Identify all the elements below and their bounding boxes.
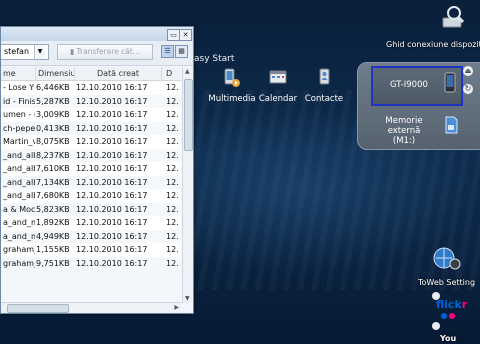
file-explorer-window[interactable]: ▭ ✕ stefan ▼ ▮ Transferare căt... ☰ ▦ me…: [0, 26, 194, 314]
external-memory-label: Memorie externă: [385, 116, 423, 136]
table-row[interactable]: a & Moc 5,823KB 12.10.2010 16:17 12.: [1, 202, 181, 216]
close-button[interactable]: ✕: [179, 29, 192, 41]
multimedia-button[interactable]: Multimedia: [208, 68, 256, 104]
contacts-icon: [315, 68, 333, 88]
transfer-icon: ▮: [69, 47, 75, 56]
flickr-dots-icon: [440, 312, 456, 322]
table-row[interactable]: Martin_vs8,075KB12.10.2010 16:1712.: [1, 135, 181, 149]
grid-view-icon[interactable]: ▦: [175, 45, 188, 58]
scroll-right-icon[interactable]: ▶: [174, 304, 179, 311]
table-row[interactable]: a_and_m1,892KB12.10.2010 16:1712.: [1, 216, 181, 230]
table-row[interactable]: graham_ 1,155KB 12.10.2010 16:17 12.: [1, 243, 181, 257]
phone-icon: [444, 72, 458, 96]
table-row[interactable]: _and_alb 7,680KB 12.10.2010 16:17 12.: [1, 189, 181, 203]
file-list: - Lose Y 6,446KB 12.10.2010 16:17 12. id - …: [1, 81, 181, 270]
scroll-up-icon[interactable]: ▲: [185, 68, 190, 75]
device-name: GT-I9000: [390, 80, 428, 90]
vertical-scroll-thumb[interactable]: [184, 79, 193, 151]
scroll-down-icon[interactable]: ▼: [185, 295, 190, 302]
device-combo[interactable]: stefan ▼: [1, 44, 49, 60]
file-list-header: me Dimensiun Dată creat D: [1, 67, 181, 81]
column-date[interactable]: D: [163, 67, 184, 80]
horizontal-scroll-thumb[interactable]: [7, 304, 69, 313]
multimedia-label: Multimedia: [208, 94, 256, 104]
table-row[interactable]: a_and_m4,949KB12.10.2010 16:1712.: [1, 229, 181, 243]
vertical-scrollbar[interactable]: ▲ ▼: [182, 67, 193, 303]
table-row[interactable]: _and_alb 7,610KB 12.10.2010 16:17 12.: [1, 162, 181, 176]
chevron-down-icon[interactable]: ▼: [34, 45, 45, 59]
table-row[interactable]: _and_alb 8,237KB 12.10.2010 16:17 12.: [1, 148, 181, 162]
window-titlebar[interactable]: ▭ ✕: [1, 27, 193, 41]
calendar-button[interactable]: Calendar: [258, 68, 298, 104]
horizontal-scrollbar[interactable]: ▶: [1, 302, 181, 313]
contacts-button[interactable]: Contacte: [302, 68, 346, 104]
column-name[interactable]: me: [1, 67, 36, 80]
multimedia-icon: [223, 68, 241, 88]
table-row[interactable]: ch-pepes0,413KB12.10.2010 16:1712.: [1, 121, 181, 135]
column-date-created[interactable]: Dată creat: [75, 67, 162, 80]
device-combo-value: stefan: [4, 47, 30, 56]
explorer-toolbar: stefan ▼ ▮ Transferare căt... ☰ ▦: [1, 41, 193, 66]
table-row[interactable]: graham_ 9,751KB 12.10.2010 16:17 12.: [1, 256, 181, 270]
toweb-setting-label[interactable]: ToWeb Setting: [418, 278, 475, 287]
table-row[interactable]: id - Finis 5,287KB 12.10.2010 16:17 12.: [1, 94, 181, 108]
guide-label[interactable]: Ghid conexiune dispozitiv: [386, 40, 480, 49]
external-memory-sub: (M1:): [392, 136, 416, 146]
transfer-button[interactable]: ▮ Transferare căt...: [57, 44, 153, 60]
memory-card-icon: [444, 116, 458, 136]
column-size[interactable]: Dimensiun: [36, 67, 75, 80]
transfer-label: Transferare căt...: [76, 47, 140, 56]
table-row[interactable]: umen - (3,009KB 12.10.2010 16:17 12.: [1, 108, 181, 122]
youtube-label[interactable]: You: [440, 334, 456, 343]
eject-icon[interactable]: ⏏: [463, 66, 473, 76]
calendar-label: Calendar: [258, 94, 298, 104]
guide-icon[interactable]: [440, 4, 466, 32]
table-row[interactable]: - Lose Y 6,446KB 12.10.2010 16:17 12.: [1, 81, 181, 95]
contacts-label: Contacte: [304, 94, 344, 104]
refresh-icon[interactable]: ↻: [463, 84, 473, 94]
youtube-icon[interactable]: [432, 322, 440, 330]
flickr-label[interactable]: flickr: [436, 298, 467, 311]
calendar-icon: [269, 68, 287, 88]
list-view-icon[interactable]: ☰: [161, 45, 174, 58]
external-memory-item[interactable]: Memorie externă (M1:): [372, 116, 436, 146]
table-row[interactable]: _and_alb 7,134KB 12.10.2010 16:17 12.: [1, 175, 181, 189]
toweb-setting-icon[interactable]: [432, 246, 462, 274]
easy-start-title: asy Start: [194, 54, 235, 64]
